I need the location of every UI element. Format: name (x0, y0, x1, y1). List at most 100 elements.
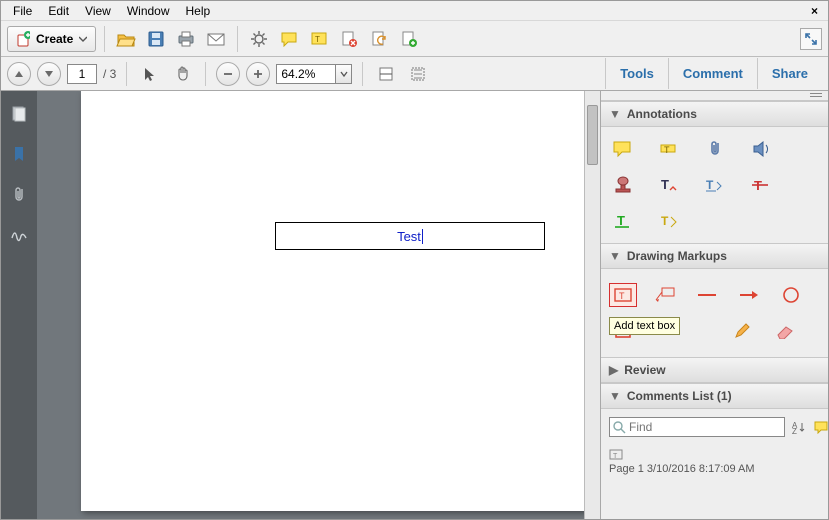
comment-entry[interactable]: T Page 1 3/10/2016 8:17:09 AM (601, 445, 828, 479)
tab-comment[interactable]: Comment (668, 58, 757, 89)
save-icon[interactable] (143, 26, 169, 52)
hand-tool-icon[interactable] (169, 61, 195, 87)
main-toolbar: Create T (1, 21, 828, 57)
text-box-annotation[interactable]: Test (275, 222, 545, 250)
signature-icon[interactable] (8, 223, 30, 245)
bookmark-icon[interactable] (8, 143, 30, 165)
drawing-markups-title: Drawing Markups (627, 249, 727, 263)
review-header[interactable]: ▶ Review (601, 357, 828, 383)
text-correction-tool[interactable]: T (655, 209, 683, 233)
annotations-header[interactable]: ▼ Annotations (601, 101, 828, 127)
select-tool-icon[interactable] (137, 61, 163, 87)
eraser-tool[interactable] (771, 319, 799, 343)
svg-text:T: T (315, 35, 320, 44)
sort-icon[interactable]: AZ (791, 415, 807, 439)
nav-toolbar: / 3 Tools Comment Share (1, 57, 828, 91)
svg-text:T: T (619, 291, 625, 301)
create-label: Create (36, 32, 73, 46)
attachment-icon[interactable] (8, 183, 30, 205)
expand-arrow-icon: ▶ (609, 363, 618, 377)
create-button[interactable]: Create (7, 26, 96, 52)
menu-edit[interactable]: Edit (40, 2, 77, 20)
svg-text:Z: Z (792, 427, 797, 434)
page-number-input[interactable] (67, 64, 97, 84)
add-page-icon[interactable] (396, 26, 422, 52)
comment-bubble-icon[interactable] (276, 26, 302, 52)
comment-panel: ▼ Annotations T T T T T T ▼ Drawing Mark… (600, 91, 828, 519)
rotate-page-icon[interactable] (366, 26, 392, 52)
page-up-button[interactable] (7, 62, 31, 86)
vertical-scrollbar[interactable] (584, 91, 600, 519)
filter-icon[interactable] (813, 415, 828, 439)
stamp-tool[interactable] (609, 173, 637, 197)
pencil-tool[interactable] (729, 319, 757, 343)
drawing-body: T Add text box (601, 269, 828, 357)
pdf-create-icon (16, 32, 30, 46)
textbox-content[interactable]: Test (397, 229, 423, 244)
svg-text:T: T (661, 177, 669, 192)
oval-tool[interactable] (777, 283, 805, 307)
thumbnails-icon[interactable] (8, 103, 30, 125)
comment-type-icon: T (609, 449, 820, 461)
tooltip: Add text box (609, 317, 680, 335)
gear-icon[interactable] (246, 26, 272, 52)
workarea: Test ▼ Annotations T T T T T T ▼ (1, 91, 828, 519)
print-icon[interactable] (173, 26, 199, 52)
fit-page-icon[interactable] (405, 61, 431, 87)
zoom-in-button[interactable] (246, 62, 270, 86)
annotations-title: Annotations (627, 107, 697, 121)
menu-window[interactable]: Window (119, 2, 178, 20)
comments-list-header[interactable]: ▼ Comments List (1) (601, 383, 828, 409)
page-1: Test (81, 91, 600, 511)
tab-tools[interactable]: Tools (605, 58, 668, 89)
delete-page-icon[interactable] (336, 26, 362, 52)
textbox-tool[interactable]: T (609, 283, 637, 307)
page-total-label: / 3 (103, 67, 116, 81)
annotations-body: T T T T T T (601, 127, 828, 243)
collapse-arrow-icon: ▼ (609, 389, 621, 403)
arrow-tool[interactable] (735, 283, 763, 307)
highlight-note-icon[interactable]: T (306, 26, 332, 52)
chevron-down-icon (79, 35, 87, 43)
menu-view[interactable]: View (77, 2, 119, 20)
tab-share[interactable]: Share (757, 58, 822, 89)
drawing-markups-header[interactable]: ▼ Drawing Markups (601, 243, 828, 269)
panel-options-icon[interactable] (601, 91, 828, 101)
svg-text:T: T (617, 213, 625, 228)
menu-file[interactable]: File (5, 2, 40, 20)
svg-text:T: T (664, 145, 670, 155)
open-icon[interactable] (113, 26, 139, 52)
find-input[interactable] (626, 420, 784, 434)
left-nav (1, 91, 37, 519)
comments-list-title: Comments List (1) (627, 389, 732, 403)
svg-text:T: T (613, 453, 618, 460)
record-audio-tool[interactable] (747, 137, 775, 161)
zoom-input[interactable] (276, 64, 336, 84)
expand-icon[interactable] (800, 28, 822, 50)
page-down-button[interactable] (37, 62, 61, 86)
zoom-dropdown-button[interactable] (336, 64, 352, 84)
menu-help[interactable]: Help (178, 2, 219, 20)
replace-text-tool[interactable]: T (701, 173, 729, 197)
strikethrough-tool[interactable]: T (747, 173, 775, 197)
document-canvas[interactable]: Test (37, 91, 600, 519)
insert-text-tool[interactable]: T (655, 173, 683, 197)
review-title: Review (624, 363, 665, 377)
scroll-thumb[interactable] (587, 105, 598, 165)
attach-file-tool[interactable] (701, 137, 729, 161)
collapse-arrow-icon: ▼ (609, 249, 621, 263)
email-icon[interactable] (203, 26, 229, 52)
line-tool[interactable] (693, 283, 721, 307)
zoom-out-button[interactable] (216, 62, 240, 86)
highlight-tool[interactable]: T (655, 137, 683, 161)
callout-tool[interactable] (651, 283, 679, 307)
collapse-arrow-icon: ▼ (609, 107, 621, 121)
sticky-note-tool[interactable] (609, 137, 637, 161)
search-icon (612, 420, 626, 434)
find-input-wrapper[interactable] (609, 417, 785, 437)
comments-find-row: AZ (601, 409, 828, 445)
underline-tool[interactable]: T (609, 209, 637, 233)
close-icon[interactable]: × (805, 4, 824, 18)
fit-width-icon[interactable] (373, 61, 399, 87)
svg-text:T: T (661, 214, 669, 228)
